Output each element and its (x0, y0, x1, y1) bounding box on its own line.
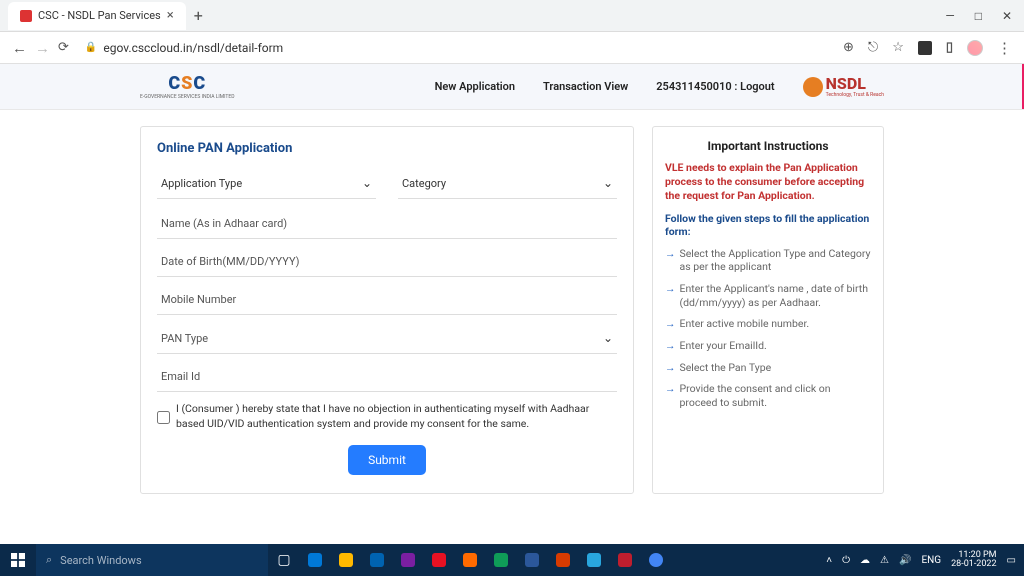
tab-title: CSC - NSDL Pan Services (38, 9, 161, 22)
step-item: →Enter your EmailId. (665, 339, 871, 353)
profile-avatar[interactable] (967, 40, 983, 56)
chevron-down-icon: ⌄ (603, 176, 613, 190)
window-close-icon[interactable]: ✕ (1002, 9, 1012, 23)
browser-tab[interactable]: CSC - NSDL Pan Services × (8, 2, 186, 30)
tray-notifications-icon[interactable]: ▭ (1007, 555, 1016, 566)
taskbar-app-icon[interactable] (580, 544, 608, 576)
taskbar-app-icon[interactable] (518, 544, 546, 576)
chevron-down-icon: ⌄ (362, 176, 372, 190)
arrow-right-icon: → (665, 247, 676, 274)
instructions-title: Important Instructions (665, 139, 871, 153)
extension-icon[interactable] (918, 41, 932, 55)
name-input[interactable]: Name (As in Adhaar card) (157, 207, 617, 239)
taskbar-app-icon[interactable] (487, 544, 515, 576)
step-item: →Enter the Applicant's name , date of bi… (665, 282, 871, 309)
step-item: →Select the Application Type and Categor… (665, 247, 871, 274)
browser-tab-strip: CSC - NSDL Pan Services × + — □ ✕ (0, 0, 1024, 32)
arrow-right-icon: → (665, 361, 676, 375)
system-tray: ˄ ⏻ ☁ ⚠ 🔊 ENG 11:20 PM 28-01-2022 ▭ (826, 551, 1024, 569)
site-header: CSC E-GOVERNANCE SERVICES INDIA LIMITED … (0, 64, 1024, 110)
lock-icon: 🔒 (85, 42, 97, 53)
nav-transaction-view[interactable]: Transaction View (543, 80, 628, 93)
nsdl-logo: NSDLTechnology, Trust & Reach (803, 76, 884, 98)
menu-icon[interactable]: ⋮ (997, 39, 1012, 57)
tray-language[interactable]: ENG (921, 555, 941, 566)
consent-row[interactable]: I (Consumer ) hereby state that I have n… (157, 402, 617, 431)
new-tab-button[interactable]: + (186, 6, 211, 25)
search-icon: ⌕ (46, 553, 52, 567)
url-text: egov.csccloud.in/nsdl/detail-form (103, 41, 283, 55)
tray-volume-icon[interactable]: 🔊 (899, 555, 911, 566)
instructions-warning: VLE needs to explain the Pan Application… (665, 161, 871, 204)
search-placeholder: Search Windows (60, 554, 141, 567)
tab-close-icon[interactable]: × (167, 8, 174, 23)
taskbar-app-icon[interactable] (642, 544, 670, 576)
arrow-right-icon: → (665, 317, 676, 331)
email-input[interactable]: Email Id (157, 360, 617, 392)
taskbar-app-icon[interactable] (611, 544, 639, 576)
form-title: Online PAN Application (157, 141, 617, 156)
application-type-select[interactable]: Application Type ⌄ (157, 170, 376, 199)
taskbar-app-icon[interactable] (363, 544, 391, 576)
taskbar-app-icon[interactable] (425, 544, 453, 576)
windows-taskbar: ⌕ Search Windows ▢ ˄ ⏻ ☁ ⚠ 🔊 ENG 11:20 P… (0, 544, 1024, 576)
arrow-right-icon: → (665, 382, 676, 409)
tray-onedrive-icon[interactable]: ☁ (860, 555, 870, 566)
task-view-icon[interactable]: ▢ (270, 544, 298, 576)
arrow-right-icon: → (665, 282, 676, 309)
start-button[interactable] (0, 553, 36, 567)
window-minimize-icon[interactable]: — (945, 9, 954, 23)
taskbar-app-icon[interactable] (394, 544, 422, 576)
category-label: Category (402, 177, 446, 190)
consent-checkbox[interactable] (157, 404, 170, 431)
nav-logout[interactable]: 254311450010 : Logout (656, 80, 774, 93)
csc-logo: CSC E-GOVERNANCE SERVICES INDIA LIMITED (140, 73, 235, 100)
window-maximize-icon[interactable]: □ (975, 9, 982, 23)
step-item: →Provide the consent and click on procee… (665, 382, 871, 409)
taskbar-app-icon[interactable] (301, 544, 329, 576)
tray-wifi-icon[interactable]: ⚠ (880, 555, 889, 566)
instructions-panel: Important Instructions VLE needs to expl… (652, 126, 884, 494)
category-select[interactable]: Category ⌄ (398, 170, 617, 199)
forward-icon[interactable]: → (35, 39, 50, 57)
nav-new-application[interactable]: New Application (435, 80, 515, 93)
browser-toolbar: ← → ⟳ 🔒 egov.csccloud.in/nsdl/detail-for… (0, 32, 1024, 64)
submit-button[interactable]: Submit (348, 445, 426, 475)
tray-battery-icon[interactable]: ⏻ (842, 555, 850, 566)
tray-chevron-up-icon[interactable]: ˄ (826, 555, 832, 566)
address-bar[interactable]: 🔒 egov.csccloud.in/nsdl/detail-form (77, 41, 835, 55)
pan-type-select[interactable]: PAN Type ⌄ (157, 321, 617, 354)
tablist-icon[interactable]: ▯ (946, 40, 953, 55)
mobile-input[interactable]: Mobile Number (157, 283, 617, 315)
taskbar-search[interactable]: ⌕ Search Windows (36, 544, 268, 576)
consent-text: I (Consumer ) hereby state that I have n… (176, 402, 617, 431)
taskbar-app-icon[interactable] (332, 544, 360, 576)
share-icon[interactable]: ⎋ (868, 40, 878, 55)
zoom-icon[interactable]: ⊕ (843, 40, 854, 55)
application-type-label: Application Type (161, 177, 242, 190)
step-item: →Select the Pan Type (665, 361, 871, 375)
back-icon[interactable]: ← (12, 39, 27, 57)
step-item: →Enter active mobile number. (665, 317, 871, 331)
page-content: CSC E-GOVERNANCE SERVICES INDIA LIMITED … (0, 64, 1024, 528)
taskbar-app-icon[interactable] (456, 544, 484, 576)
reload-icon[interactable]: ⟳ (58, 40, 69, 55)
instructions-subtitle: Follow the given steps to fill the appli… (665, 212, 871, 239)
tab-favicon (20, 10, 32, 22)
chevron-down-icon: ⌄ (603, 331, 613, 345)
arrow-right-icon: → (665, 339, 676, 353)
dob-input[interactable]: Date of Birth(MM/DD/YYYY) (157, 245, 617, 277)
taskbar-app-icon[interactable] (549, 544, 577, 576)
pan-form-panel: Online PAN Application Application Type … (140, 126, 634, 494)
star-icon[interactable]: ☆ (892, 40, 904, 55)
pan-type-label: PAN Type (161, 332, 208, 345)
tray-clock[interactable]: 11:20 PM 28-01-2022 (951, 551, 996, 569)
